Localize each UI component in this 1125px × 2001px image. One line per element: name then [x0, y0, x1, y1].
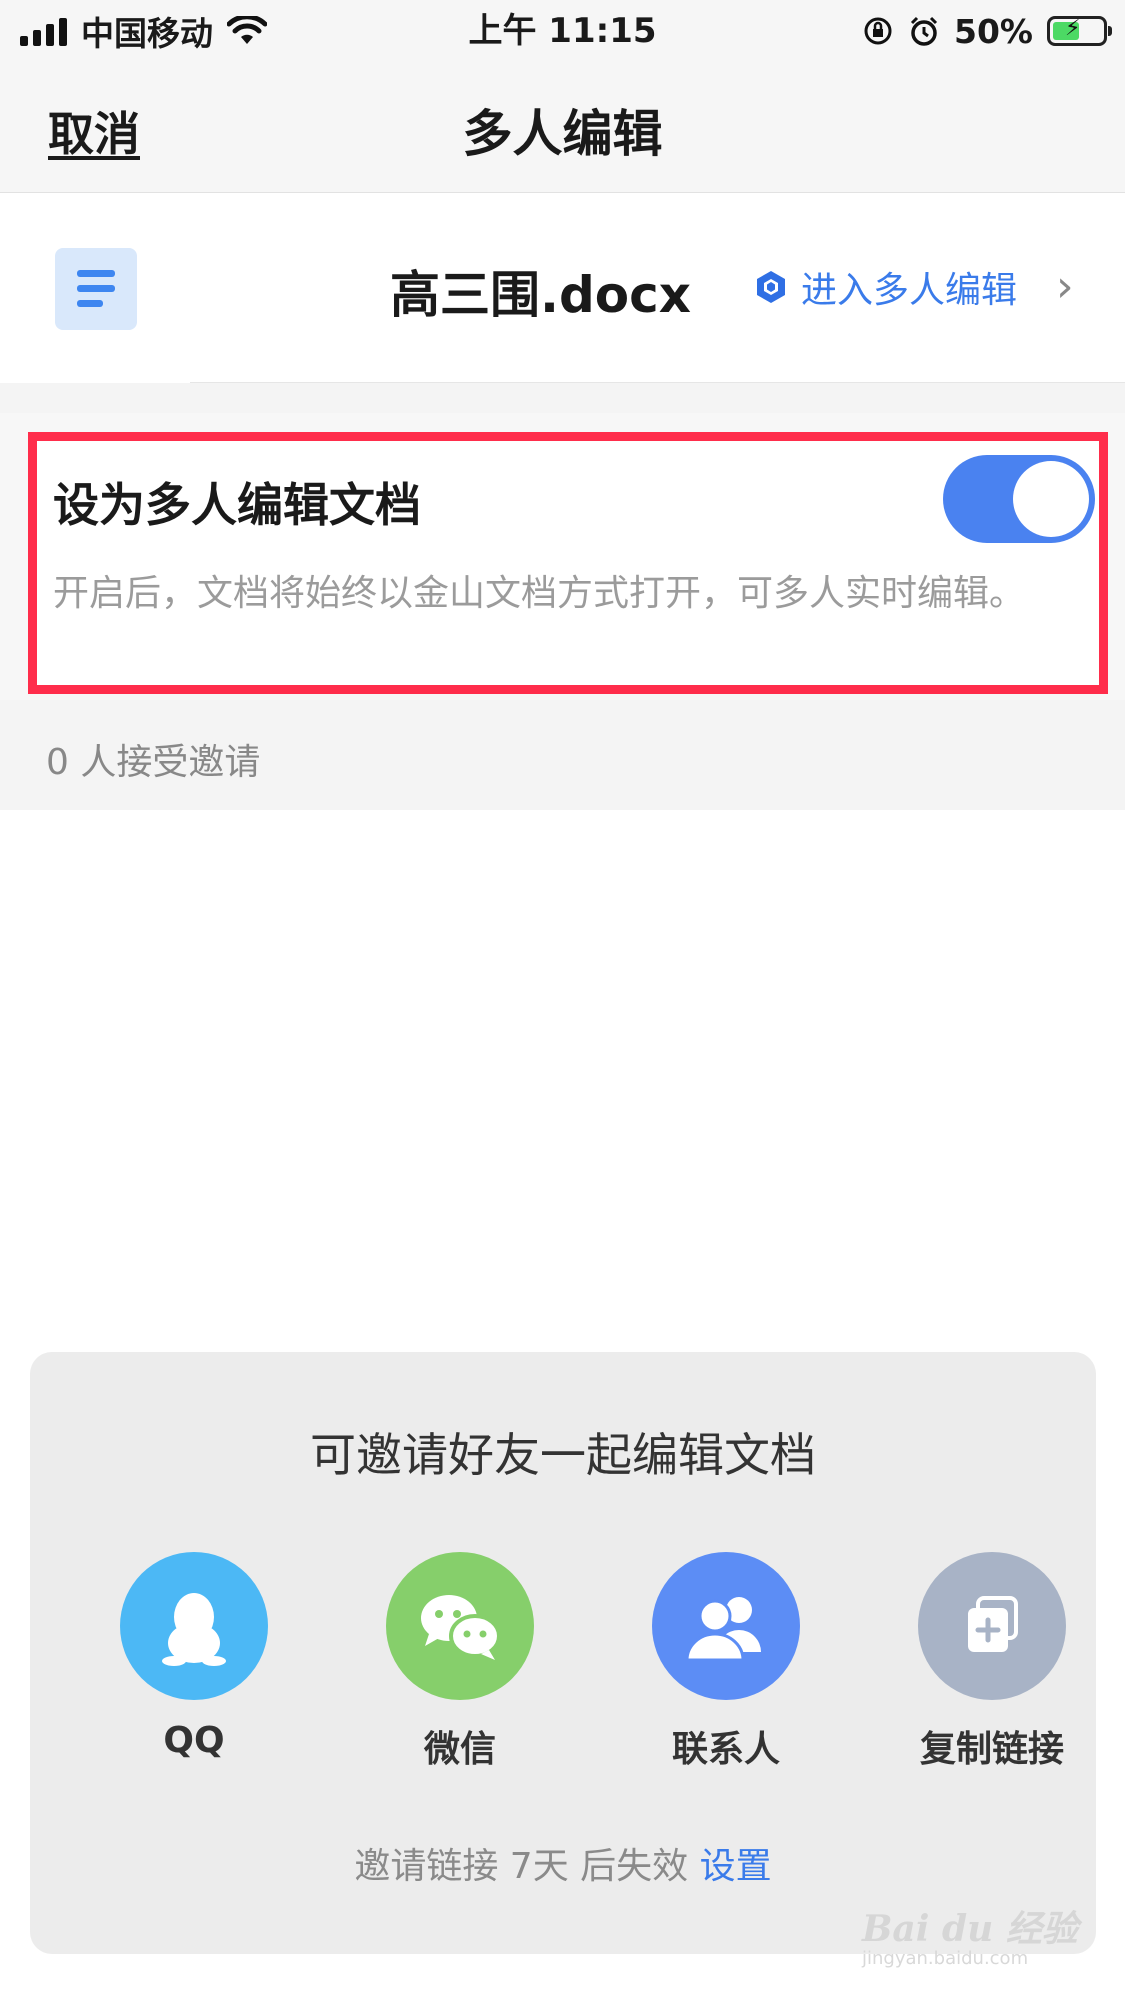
multi-edit-toggle[interactable]	[943, 455, 1095, 543]
toggle-knob	[1013, 461, 1089, 537]
chevron-right-icon: ›	[1056, 261, 1074, 312]
file-row[interactable]: 高三围.docx 进入多人编辑 ›	[0, 193, 1125, 383]
share-qq-button[interactable]: QQ	[84, 1552, 304, 1761]
share-copy-link-label: 复制链接	[919, 1729, 1064, 1770]
rotation-lock-icon	[864, 17, 892, 45]
copy-link-icon	[918, 1552, 1066, 1700]
share-wechat-label: 微信	[423, 1729, 496, 1770]
share-wechat-button[interactable]: 微信	[350, 1552, 570, 1772]
share-qq-label: QQ	[163, 1720, 225, 1761]
share-contacts-label: 联系人	[671, 1729, 780, 1770]
contacts-icon	[652, 1552, 800, 1700]
share-copy-link-button[interactable]: 复制链接	[882, 1552, 1102, 1772]
section-spacer	[0, 383, 1125, 413]
invite-expiry-text: 邀请链接 7天 后失效	[354, 1846, 689, 1887]
invite-panel: 可邀请好友一起编辑文档 QQ 微信 联系人 复制链接 邀请链接 7天 后失效 设…	[30, 1352, 1096, 1954]
accepted-count: 0 人接受邀请	[46, 742, 261, 783]
enter-multi-edit-link[interactable]: 进入多人编辑	[755, 261, 1017, 313]
document-icon	[55, 248, 137, 330]
page-title: 多人编辑	[462, 105, 663, 163]
battery-percent: 50%	[954, 11, 1033, 51]
baidu-jingyan-watermark: Bai du 经验	[862, 1908, 1078, 1950]
invite-expiry-note: 邀请链接 7天 后失效 设置	[30, 1837, 1096, 1889]
watermark-url: jingyan.baidu.com	[862, 1948, 1029, 1969]
status-right: 50% ⚡	[862, 8, 1112, 54]
navigation-bar: 取消 多人编辑	[0, 62, 1125, 193]
multi-edit-setting-card: 设为多人编辑文档 开启后，文档将始终以金山文档方式打开，可多人实时编辑。	[28, 432, 1108, 694]
qq-penguin-icon	[120, 1552, 268, 1700]
invite-setting-link[interactable]: 设置	[700, 1846, 772, 1887]
alarm-icon	[910, 16, 938, 46]
wechat-icon	[386, 1552, 534, 1700]
enter-multi-edit-label: 进入多人编辑	[801, 270, 1018, 311]
file-name: 高三围.docx	[390, 266, 692, 324]
setting-title: 设为多人编辑文档	[53, 478, 421, 532]
kingsoft-docs-icon	[757, 271, 785, 303]
invite-title: 可邀请好友一起编辑文档	[310, 1428, 816, 1482]
status-bar: 中国移动 上午 11:15 50% ⚡	[0, 0, 1125, 62]
share-contacts-button[interactable]: 联系人	[616, 1552, 836, 1772]
setting-description: 开启后，文档将始终以金山文档方式打开，可多人实时编辑。	[53, 573, 1026, 614]
battery-icon: ⚡	[1047, 16, 1112, 46]
